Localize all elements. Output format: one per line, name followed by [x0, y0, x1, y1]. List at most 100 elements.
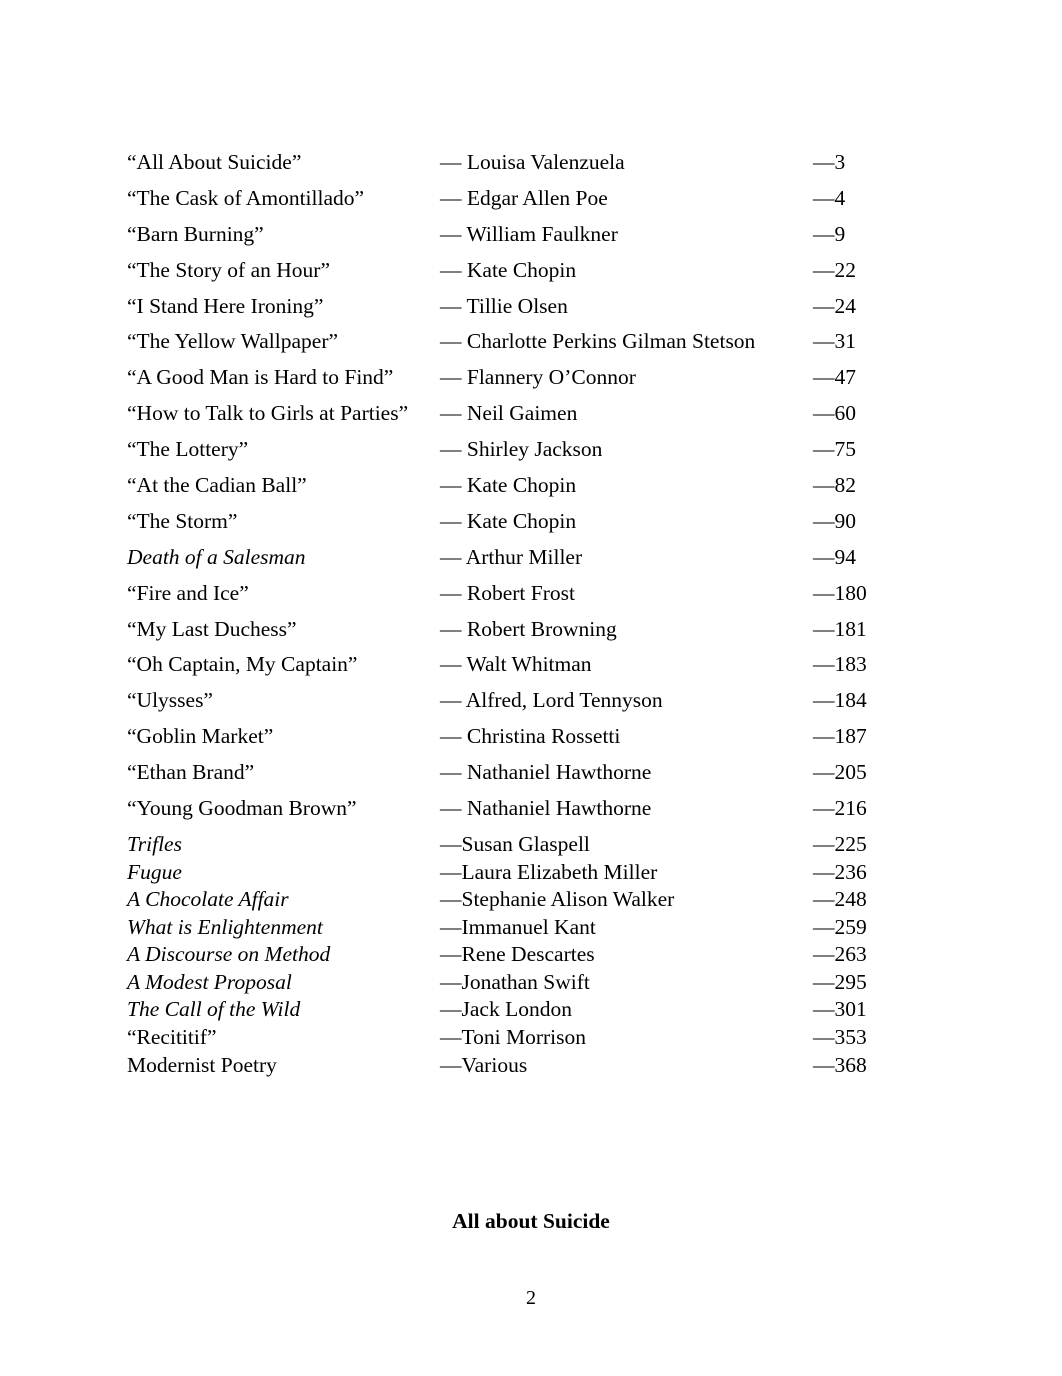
- toc-entry-page: —60: [813, 401, 856, 426]
- toc-entry-author: — Nathaniel Hawthorne: [440, 796, 652, 821]
- toc-entry-title: “The Story of an Hour”: [127, 257, 330, 282]
- toc-entry-author: — Flannery O’Connor: [440, 365, 636, 390]
- toc-entry-page: —9: [813, 221, 846, 246]
- toc-entry: “The Storm” — Kate Chopin —90: [127, 508, 947, 547]
- toc-entry-author: —Jack London: [440, 997, 572, 1022]
- toc-entry-author: —Immanuel Kant: [440, 914, 596, 939]
- toc-entry-title: Modernist Poetry: [127, 1052, 277, 1077]
- toc-entry-title: “All About Suicide”: [127, 150, 302, 174]
- toc-entry-title: “A Good Man is Hard to Find”: [127, 365, 394, 390]
- toc-entry-page: —368: [813, 1052, 867, 1077]
- toc-entry-page: —82: [813, 473, 856, 498]
- toc-entry-title: Trifles: [127, 831, 182, 856]
- toc-entry-author: —Susan Glaspell: [440, 831, 590, 856]
- toc-entry-author: — Louisa Valenzuela: [440, 150, 625, 174]
- toc-entry: A Chocolate Affair —Stephanie Alison Walk…: [127, 889, 947, 917]
- toc-entry: “I Stand Here Ironing” — Tillie Olsen —24: [127, 293, 947, 332]
- toc-entry-page: —205: [813, 760, 867, 785]
- toc-entry-author: —Rene Descartes: [440, 942, 595, 967]
- toc-entry-title: What is Enlightenment: [127, 914, 323, 939]
- toc-entry-title: “Ulysses”: [127, 688, 213, 713]
- toc-entry: “Recititif” —Toni Morrison —353: [127, 1027, 947, 1055]
- toc-entry-page: —236: [813, 859, 867, 884]
- toc-entry-author: — Robert Browning: [440, 616, 617, 641]
- toc-entry-title: A Modest Proposal: [127, 969, 292, 994]
- toc-entry-author: — Nathaniel Hawthorne: [440, 760, 652, 785]
- toc-entry-author: — Alfred, Lord Tennyson: [440, 688, 663, 713]
- toc-entry-author: — Robert Frost: [440, 580, 575, 605]
- toc-entry-page: —353: [813, 1025, 867, 1050]
- toc-entry-title: “Ethan Brand”: [127, 760, 255, 785]
- toc-entry-author: — Arthur Miller: [440, 544, 583, 569]
- toc-entry: “Oh Captain, My Captain” — Walt Whitman —1…: [127, 654, 947, 690]
- toc-entry-author: — William Faulkner: [440, 221, 618, 246]
- toc-entry-author: — Walt Whitman: [440, 652, 592, 677]
- toc-entry-title: Death of a Salesman: [127, 544, 306, 569]
- toc-entry-author: — Shirley Jackson: [440, 437, 603, 462]
- toc-entry-page: —31: [813, 329, 856, 354]
- toc-entry-page: —187: [813, 724, 867, 749]
- toc-entry-title: A Discourse on Method: [127, 942, 331, 967]
- toc-entry-page: —301: [813, 997, 867, 1022]
- toc-entry-page: —295: [813, 969, 867, 994]
- toc-entry-page: —90: [813, 508, 856, 533]
- toc-entry: “The Yellow Wallpaper” — Charlotte Perkin…: [127, 331, 947, 367]
- document-page: “All About Suicide” — Louisa Valenzuela —3…: [0, 0, 1062, 1376]
- toc-entry-page: —75: [813, 437, 856, 462]
- toc-entry-title: “Goblin Market”: [127, 724, 274, 749]
- toc-entry: “The Story of an Hour” — Kate Chopin —22: [127, 257, 947, 296]
- toc-entry-page: —47: [813, 365, 856, 390]
- toc-entry-author: —Various: [440, 1052, 528, 1077]
- toc-entry-title: “Oh Captain, My Captain”: [127, 652, 358, 677]
- toc-entry: “How to Talk to Girls at Parties” — Neil …: [127, 403, 947, 439]
- toc-entry-title: “My Last Duchess”: [127, 616, 297, 641]
- page-number: 2: [526, 1287, 536, 1309]
- toc-entry: “My Last Duchess” — Robert Browning —181: [127, 616, 947, 655]
- toc-entry: “Ethan Brand” — Nathaniel Hawthorne —205: [127, 762, 947, 798]
- toc-entry: The Call of the Wild —Jack London —301: [127, 999, 947, 1027]
- toc-entry: “The Lottery” — Shirley Jackson —75: [127, 439, 947, 475]
- toc-entry-title: “The Cask of Amontillado”: [127, 185, 365, 210]
- toc-entry-page: —216: [813, 796, 867, 821]
- toc-entry-page: —4: [813, 185, 846, 210]
- toc-entry-author: — Kate Chopin: [440, 473, 577, 498]
- toc-entry: Fugue —Laura Elizabeth Miller —236: [127, 859, 947, 890]
- toc-entry-page: —181: [813, 616, 867, 641]
- toc-entry-page: —24: [813, 293, 856, 318]
- toc-entry-title: The Call of the Wild: [127, 997, 301, 1022]
- toc-entry-title: “Recititif”: [127, 1025, 217, 1050]
- toc-entry-author: — Christina Rossetti: [440, 724, 621, 749]
- toc-entry: “A Good Man is Hard to Find” — Flannery O…: [127, 367, 947, 403]
- toc-entry: What is Enlightenment —Immanuel Kant —259: [127, 914, 947, 945]
- toc-entry-author: —Laura Elizabeth Miller: [440, 859, 658, 884]
- toc-entry: “At the Cadian Ball” — Kate Chopin —82: [127, 475, 947, 511]
- toc-entry: “The Cask of Amontillado” — Edgar Allen P…: [127, 185, 947, 224]
- toc-entry-title: “Young Goodman Brown”: [127, 796, 357, 821]
- toc-entry-author: —Stephanie Alison Walker: [440, 887, 675, 912]
- toc-entry-title: “The Yellow Wallpaper”: [127, 329, 339, 354]
- toc-entry-page: —22: [813, 257, 856, 282]
- toc-entry-author: — Tillie Olsen: [440, 293, 568, 318]
- toc-entry: “All About Suicide” — Louisa Valenzuela —3: [127, 150, 947, 188]
- toc-entry-title: “The Storm”: [127, 508, 238, 533]
- toc-entry: “Goblin Market” — Christina Rossetti —187: [127, 726, 947, 762]
- toc-entry: Trifles —Susan Glaspell —225: [127, 831, 947, 862]
- toc-entry-page: —180: [813, 580, 867, 605]
- toc-entry-page: —183: [813, 652, 867, 677]
- toc-entry-page: —225: [813, 831, 867, 856]
- table-of-contents: “All About Suicide” — Louisa Valenzuela —3…: [127, 150, 947, 1082]
- toc-entry-title: Fugue: [127, 859, 182, 884]
- toc-entry-title: “At the Cadian Ball”: [127, 473, 307, 498]
- toc-entry-title: “Fire and Ice”: [127, 580, 249, 605]
- toc-entry-author: —Toni Morrison: [440, 1025, 587, 1050]
- toc-entry-page: —259: [813, 914, 867, 939]
- toc-entry-author: — Edgar Allen Poe: [440, 185, 608, 210]
- toc-entry-author: — Kate Chopin: [440, 257, 577, 282]
- toc-entry-author: — Charlotte Perkins Gilman Stetson: [440, 329, 756, 354]
- toc-entry-author: — Neil Gaimen: [440, 401, 578, 426]
- toc-entry: “Young Goodman Brown” — Nathaniel Hawthor…: [127, 798, 947, 834]
- toc-entry-author: —Jonathan Swift: [440, 969, 590, 994]
- toc-entry-title: “How to Talk to Girls at Parties”: [127, 401, 409, 426]
- toc-entry-page: —184: [813, 688, 867, 713]
- toc-entry: Death of a Salesman — Arthur Miller —94: [127, 544, 947, 583]
